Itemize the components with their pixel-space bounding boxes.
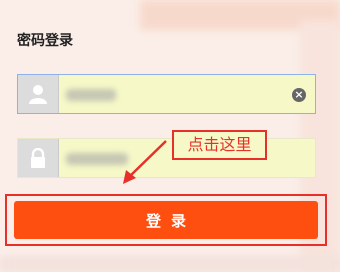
clear-icon[interactable]: × bbox=[292, 88, 306, 102]
field-divider bbox=[58, 139, 59, 177]
username-value-blurred bbox=[66, 89, 116, 101]
login-button[interactable]: 登录 bbox=[14, 201, 318, 239]
page-background-bottom bbox=[0, 256, 340, 272]
lock-icon bbox=[18, 139, 58, 177]
username-field[interactable]: × bbox=[17, 74, 316, 114]
user-icon bbox=[18, 75, 58, 113]
field-divider bbox=[58, 75, 59, 113]
password-field[interactable] bbox=[17, 138, 316, 178]
login-title: 密码登录 bbox=[17, 33, 73, 49]
password-value-blurred bbox=[66, 153, 128, 165]
annotation-callout: 点击这里 bbox=[172, 130, 267, 160]
